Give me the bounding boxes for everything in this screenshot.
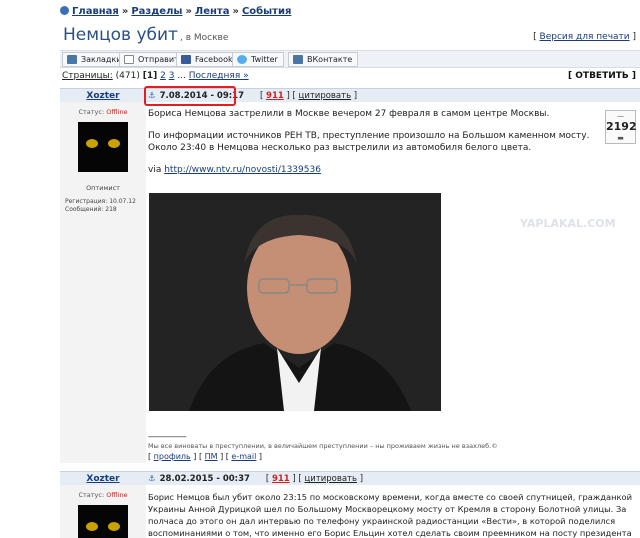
twitter-button[interactable]: Twitter — [232, 52, 284, 67]
mail-icon — [124, 55, 134, 64]
vk-icon — [293, 55, 303, 64]
twitter-icon — [237, 55, 247, 64]
profile-link[interactable]: профиль — [154, 452, 191, 461]
pm-link[interactable]: ПМ — [205, 452, 218, 461]
author-name[interactable]: Xozter — [60, 474, 146, 484]
bookmark-icon — [67, 55, 77, 64]
breadcrumb-sections[interactable]: Разделы — [131, 6, 182, 17]
breadcrumb: Главная» Разделы» Лента» События — [60, 6, 291, 17]
share-bar: Закладки Отправить Facebook Twitter ВКон… — [60, 50, 640, 68]
author-panel: Статус: Offline — [60, 485, 146, 538]
breadcrumb-home[interactable]: Главная — [72, 6, 119, 17]
home-icon — [60, 6, 69, 15]
post-photo — [149, 193, 441, 411]
avatar[interactable] — [78, 505, 128, 538]
post-paragraph: Бориса Немцова застрелили в Москве вечер… — [148, 109, 550, 119]
eye-icon — [86, 139, 98, 148]
eye-icon — [108, 522, 120, 531]
portrait-image — [149, 193, 441, 411]
breadcrumb-feed[interactable]: Лента — [195, 6, 230, 17]
topic-subtitle: , в Москве — [179, 33, 229, 43]
post-body: Бориса Немцова застрелили в Москве вечер… — [148, 108, 598, 186]
page-3-link[interactable]: 3 — [169, 71, 175, 81]
eye-icon — [108, 139, 120, 148]
last-page-link[interactable]: Последняя » — [189, 71, 249, 81]
source-link[interactable]: http://www.ntv.ru/novosti/1339536 — [164, 165, 321, 175]
topic-header: Немцов убит, в Москве [ Версия для печат… — [60, 22, 640, 48]
post-number-link[interactable]: 911 — [272, 474, 290, 484]
registration-info: Регистрация: 10.07.12 Сообщений: 218 — [65, 198, 136, 213]
breadcrumb-events[interactable]: События — [242, 6, 291, 17]
author-status: Статус: Offline — [78, 491, 128, 499]
author-rank: Оптимист — [86, 184, 120, 192]
rating-down-icon[interactable]: ▬ — [606, 134, 635, 142]
facebook-icon — [181, 55, 191, 64]
author-name[interactable]: Xozter — [60, 91, 146, 101]
post-footer-links: [ профиль ] [ ПМ ] [ e-mail ] — [148, 452, 263, 461]
quote-link[interactable]: цитировать — [304, 474, 357, 484]
post-meta: ⚓ 28.02.2015 - 00:37[ 911 ] [ цитировать … — [148, 474, 364, 484]
rating-counter[interactable]: — 2192 ▬ — [605, 110, 637, 144]
author-panel: Статус: Offline Оптимист Регистрация: 10… — [60, 102, 146, 463]
print-version-link[interactable]: [ Версия для печати ] — [533, 32, 636, 42]
rating-value: 2192 — [606, 120, 637, 133]
reply-button[interactable]: [ ОТВЕТИТЬ ] — [568, 71, 636, 81]
page-2-link[interactable]: 2 — [160, 71, 166, 81]
email-link[interactable]: e-mail — [231, 452, 256, 461]
post-body: Борис Немцов был убит около 23:15 по мос… — [148, 492, 632, 538]
post-paragraph: По информации источников РЕН ТВ, преступ… — [148, 131, 590, 153]
eye-icon — [86, 522, 98, 531]
topic-title: Немцов убит — [63, 25, 178, 45]
avatar[interactable] — [78, 122, 128, 172]
signature: -------------------- Мы все виноваты в п… — [148, 432, 498, 450]
facebook-button[interactable]: Facebook — [176, 52, 239, 67]
bookmarks-button[interactable]: Закладки — [62, 52, 128, 67]
pagination: Страницы: (471) [1] 2 3 ... Последняя » — [62, 71, 249, 81]
anchor-icon[interactable]: ⚓ — [148, 474, 156, 484]
date-highlight-box — [144, 86, 236, 106]
quote-link[interactable]: цитировать — [299, 91, 352, 101]
post-header: Xozter ⚓ 28.02.2015 - 00:37[ 911 ] [ цити… — [60, 471, 640, 485]
signature-divider: -------------------- — [148, 432, 187, 441]
post-number-link[interactable]: 911 — [266, 91, 284, 101]
post-date: 28.02.2015 - 00:37 — [159, 474, 250, 484]
current-page: [1] — [142, 71, 158, 81]
watermark: YAPLAKAL.COM — [520, 217, 616, 230]
page-title: Немцов убит, в Москве — [63, 25, 228, 45]
author-status: Статус: Offline — [78, 108, 128, 116]
rating-up-icon[interactable]: — — [606, 112, 635, 120]
vkontakte-button[interactable]: ВКонтакте — [288, 52, 359, 67]
